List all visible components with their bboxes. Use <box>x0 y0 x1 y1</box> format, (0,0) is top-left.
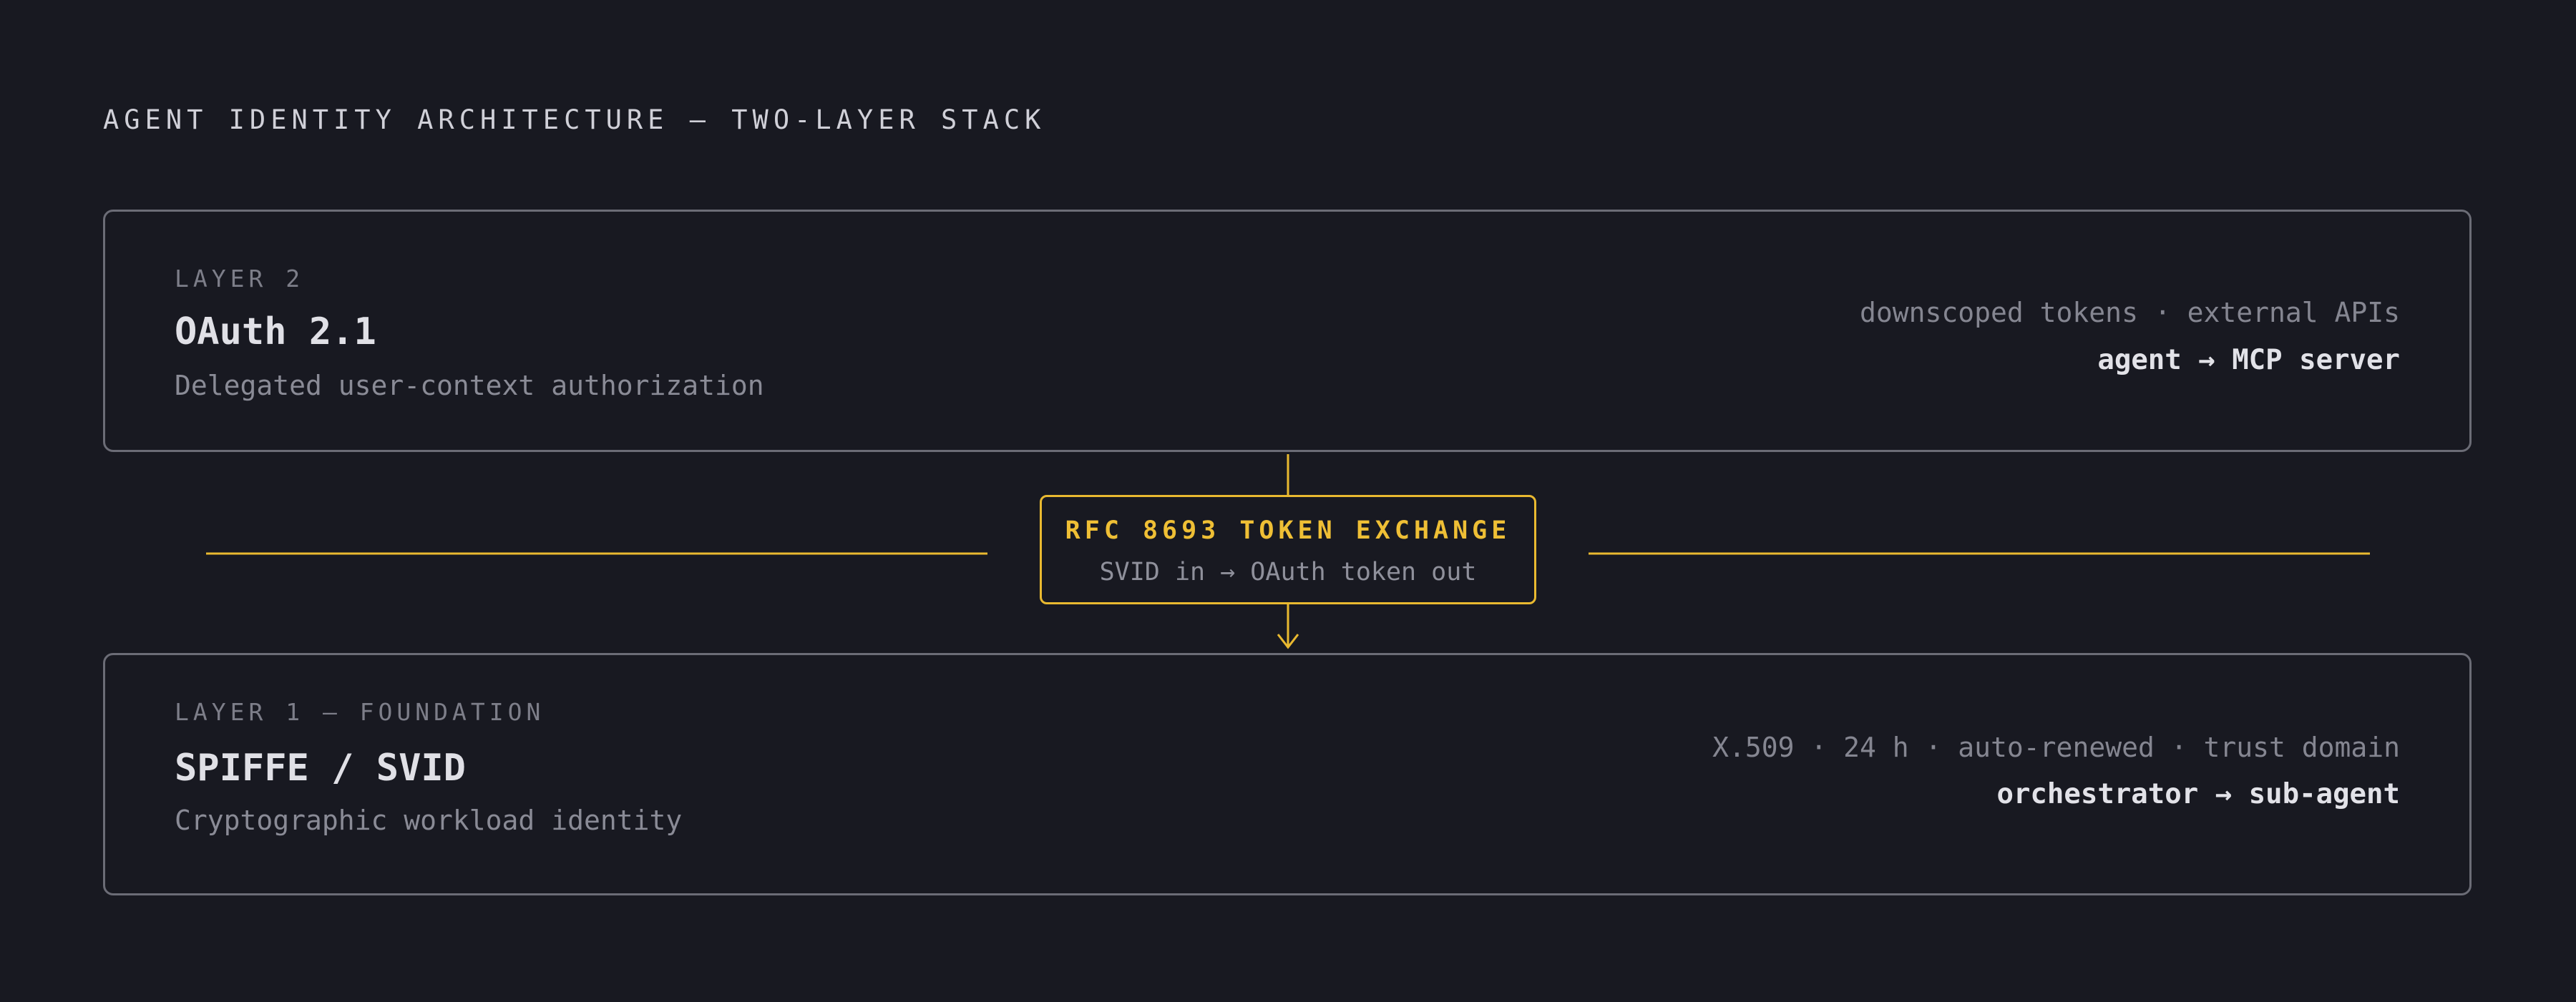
layer-1-tag: LAYER 1 — FOUNDATION <box>175 698 545 726</box>
token-exchange-subtitle: SVID in → OAuth token out <box>1099 558 1477 586</box>
layer-1-meta: X.509 · 24 h · auto-renewed · trust doma… <box>1712 732 2400 763</box>
layer-1-flow: orchestrator → sub-agent <box>1996 778 2400 810</box>
layer-1-box: LAYER 1 — FOUNDATION SPIFFE / SVID Crypt… <box>103 653 2472 895</box>
layer-1-description: Cryptographic workload identity <box>175 805 683 836</box>
layer-1-name: SPIFFE / SVID <box>175 747 466 790</box>
token-exchange-title: RFC 8693 TOKEN EXCHANGE <box>1065 516 1511 545</box>
token-exchange-box: RFC 8693 TOKEN EXCHANGE SVID in → OAuth … <box>1040 495 1536 604</box>
